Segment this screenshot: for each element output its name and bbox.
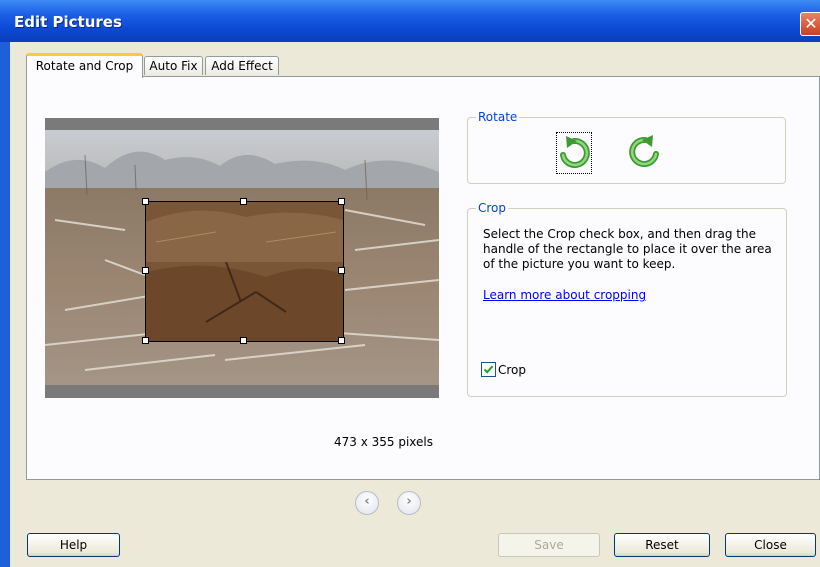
window-title: Edit Pictures <box>14 13 122 31</box>
picture-size-label: 473 x 355 pixels <box>334 435 434 449</box>
rotate-left-icon <box>560 136 590 168</box>
crop-handle[interactable] <box>338 267 345 274</box>
rotate-left-button[interactable] <box>556 132 592 174</box>
dialog-client-area: Rotate and Crop Auto Fix Add Effect 473 … <box>10 42 820 567</box>
crop-handle[interactable] <box>338 198 345 205</box>
photo-image <box>45 130 439 385</box>
save-button[interactable]: Save <box>498 533 600 557</box>
title-bar: Edit Pictures ✕ <box>0 0 820 42</box>
close-button[interactable]: Close <box>725 533 816 557</box>
rotate-group: Rotate <box>467 110 786 184</box>
crop-group: Crop Select the Crop check box, and then… <box>467 201 787 397</box>
crop-handle[interactable] <box>142 198 149 205</box>
rotate-legend: Rotate <box>476 110 520 124</box>
crop-rectangle[interactable] <box>145 201 344 342</box>
tab-panel-rotate-and-crop: 473 x 355 pixels Rotate Crop Select the … <box>26 76 820 480</box>
crop-handle[interactable] <box>240 337 247 344</box>
crop-handle[interactable] <box>338 337 345 344</box>
window-close-button[interactable]: ✕ <box>800 12 820 36</box>
rotate-right-button[interactable] <box>628 132 662 172</box>
reset-button[interactable]: Reset <box>614 533 710 557</box>
crop-description: Select the Crop check box, and then drag… <box>483 227 772 271</box>
picture-preview <box>45 118 439 398</box>
next-picture-button[interactable]: › <box>397 491 421 515</box>
edit-pictures-window: Edit Pictures ✕ Rotate and Crop Auto Fix… <box>0 0 820 567</box>
crop-checkbox-row[interactable]: Crop <box>481 362 526 377</box>
learn-more-cropping-link[interactable]: Learn more about cropping <box>483 288 646 302</box>
check-mark-icon <box>483 365 494 374</box>
tab-auto-fix[interactable]: Auto Fix <box>144 56 203 75</box>
previous-picture-button[interactable]: ‹ <box>355 491 379 515</box>
crop-legend: Crop <box>476 201 509 215</box>
crop-handle[interactable] <box>142 267 149 274</box>
crop-checkbox[interactable] <box>481 362 496 377</box>
chevron-right-icon: › <box>406 494 412 509</box>
tab-rotate-and-crop[interactable]: Rotate and Crop <box>26 53 143 78</box>
help-button[interactable]: Help <box>27 533 120 557</box>
crop-checkbox-label: Crop <box>498 362 527 377</box>
chevron-left-icon: ‹ <box>364 494 370 509</box>
crop-handle[interactable] <box>240 198 247 205</box>
rotate-right-icon <box>629 135 659 167</box>
tab-add-effect[interactable]: Add Effect <box>205 56 279 75</box>
crop-handle[interactable] <box>142 337 149 344</box>
